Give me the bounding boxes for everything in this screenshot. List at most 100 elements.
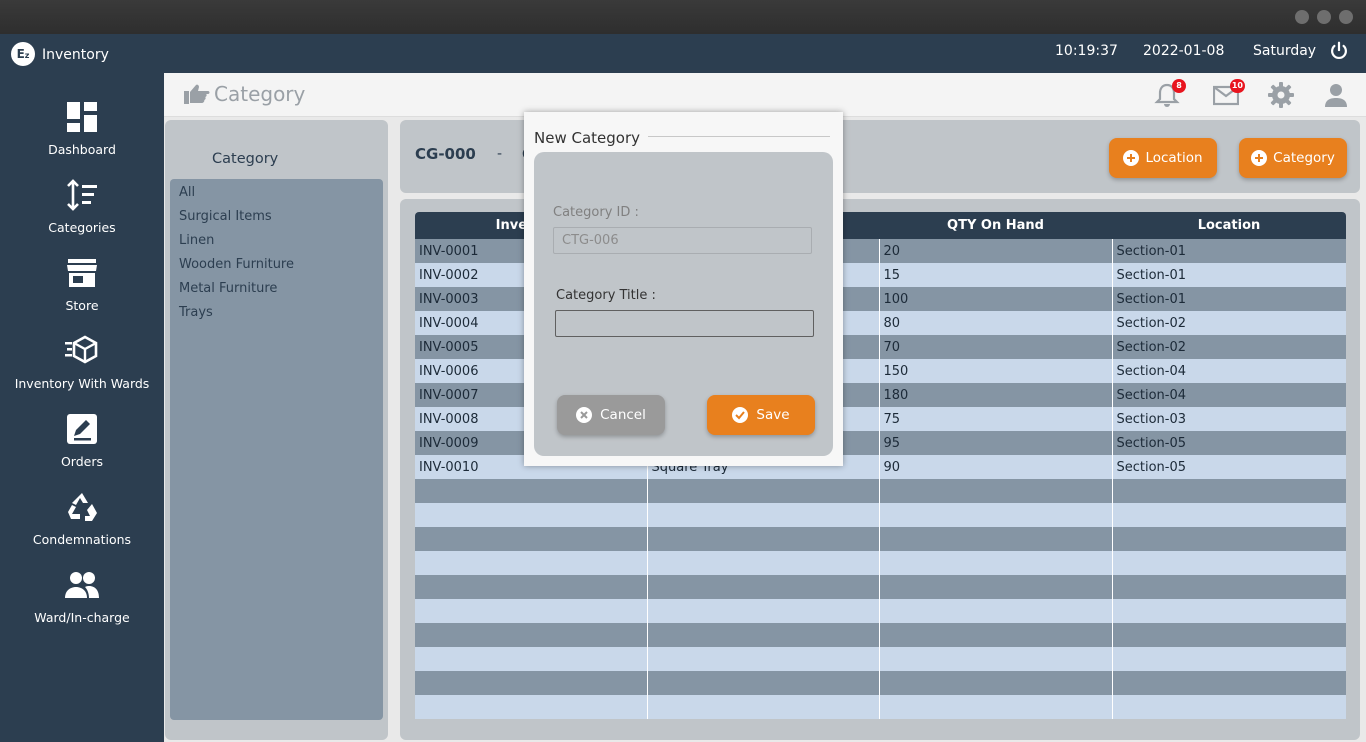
sidebar-item-dashboard[interactable]: Dashboard [0, 100, 164, 170]
table-cell [415, 479, 648, 503]
table-cell [647, 647, 880, 671]
table-row[interactable] [415, 623, 1346, 647]
category-item-all[interactable]: All [179, 185, 195, 200]
table-cell: 20 [879, 239, 1113, 263]
table-cell [879, 575, 1113, 599]
sidebar-item-categories[interactable]: Categories [0, 178, 164, 248]
table-row[interactable] [415, 527, 1346, 551]
table-cell [415, 527, 648, 551]
table-cell [415, 671, 648, 695]
new-category-dialog: New Category Category ID : Category Titl… [524, 112, 843, 466]
table-cell [1112, 599, 1346, 623]
category-item-surgical-items[interactable]: Surgical Items [179, 209, 272, 224]
sidebar-item-orders[interactable]: Orders [0, 412, 164, 482]
table-cell: Section-05 [1112, 431, 1346, 455]
table-cell [647, 551, 880, 575]
sidebar-item-label: Condemnations [32, 532, 132, 547]
category-panel-title: Category [212, 151, 279, 167]
header-time: 10:19:37 [1055, 43, 1118, 59]
app-title: Inventory [42, 47, 109, 63]
table-cell [1112, 527, 1346, 551]
table-cell [1112, 551, 1346, 575]
table-cell: Section-01 [1112, 263, 1346, 287]
table-cell [1112, 503, 1346, 527]
table-row[interactable] [415, 599, 1346, 623]
table-cell [415, 647, 648, 671]
gear-icon [1268, 82, 1294, 108]
plus-circle-icon [1251, 150, 1268, 166]
window-maximize-button[interactable] [1317, 10, 1331, 24]
user-icon [1325, 84, 1347, 107]
table-cell [879, 647, 1113, 671]
table-cell [647, 599, 880, 623]
table-cell [879, 623, 1113, 647]
table-cell [647, 623, 880, 647]
column-header-qty[interactable]: QTY On Hand [879, 212, 1112, 239]
notifications-button[interactable]: 8 [1154, 79, 1186, 108]
category-item-metal-furniture[interactable]: Metal Furniture [179, 281, 277, 296]
messages-button[interactable]: 10 [1212, 79, 1245, 108]
sidebar-item-label: Dashboard [48, 142, 116, 157]
table-cell [879, 695, 1113, 719]
category-id: CG-000 [415, 145, 476, 163]
sidebar-item-ward-incharge[interactable]: Ward/In-charge [0, 568, 164, 638]
sidebar-item-inventory-with-wards[interactable]: Inventory With Wards [0, 334, 164, 404]
table-cell: 95 [879, 431, 1113, 455]
table-row[interactable] [415, 551, 1346, 575]
table-row[interactable] [415, 671, 1346, 695]
category-item-trays[interactable]: Trays [179, 305, 213, 320]
save-button[interactable]: Save [707, 395, 815, 435]
page-header: Category 8 10 [164, 73, 1366, 117]
table-cell [1112, 575, 1346, 599]
settings-button[interactable] [1268, 82, 1294, 108]
table-row[interactable] [415, 647, 1346, 671]
page-title: Category [214, 82, 306, 106]
power-icon[interactable] [1328, 40, 1350, 62]
dialog-title-divider [648, 136, 830, 137]
table-row[interactable] [415, 695, 1346, 719]
table-cell: Section-04 [1112, 359, 1346, 383]
category-id-label: Category ID : [553, 205, 639, 220]
sidebar-item-condemnations[interactable]: Condemnations [0, 490, 164, 560]
app-logo-icon: Ez [11, 42, 35, 66]
table-cell: 100 [879, 287, 1113, 311]
table-cell [1112, 671, 1346, 695]
check-circle-icon [732, 407, 749, 423]
table-cell: Section-01 [1112, 287, 1346, 311]
window-minimize-button[interactable] [1295, 10, 1309, 24]
add-location-button[interactable]: Location [1109, 138, 1217, 178]
table-cell [1112, 479, 1346, 503]
table-cell [879, 479, 1113, 503]
dialog-form: Category ID : Category Title : Cancel Sa… [534, 152, 833, 456]
table-cell [415, 623, 648, 647]
category-title-field[interactable] [555, 310, 814, 337]
table-cell [647, 671, 880, 695]
table-cell [415, 599, 648, 623]
category-item-linen[interactable]: Linen [179, 233, 214, 248]
store-icon [67, 259, 97, 287]
window-close-button[interactable] [1339, 10, 1353, 24]
category-item-wooden-furniture[interactable]: Wooden Furniture [179, 257, 294, 272]
column-header-location[interactable]: Location [1112, 212, 1346, 239]
table-cell [879, 503, 1113, 527]
table-row[interactable] [415, 479, 1346, 503]
category-id-field [553, 227, 812, 254]
cancel-button[interactable]: Cancel [557, 395, 665, 435]
table-cell: 180 [879, 383, 1113, 407]
profile-button[interactable] [1323, 82, 1349, 108]
add-category-button[interactable]: Category [1239, 138, 1347, 178]
sidebar-item-label: Orders [60, 454, 104, 469]
sidebar: Dashboard Categories Store Inventory Wit… [0, 73, 164, 742]
category-list: All Surgical Items Linen Wooden Furnitur… [170, 179, 383, 720]
hand-pointing-icon [184, 84, 210, 104]
table-row[interactable] [415, 503, 1346, 527]
table-cell: Section-02 [1112, 335, 1346, 359]
header-date: 2022-01-08 [1143, 43, 1225, 59]
table-cell: 150 [879, 359, 1113, 383]
table-cell: Section-04 [1112, 383, 1346, 407]
table-cell [647, 503, 880, 527]
sidebar-item-store[interactable]: Store [0, 256, 164, 326]
table-cell [647, 479, 880, 503]
table-row[interactable] [415, 575, 1346, 599]
table-cell [1112, 695, 1346, 719]
